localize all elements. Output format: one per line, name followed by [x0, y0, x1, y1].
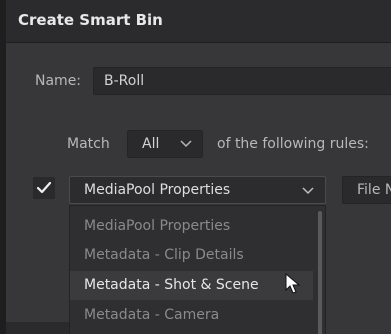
background-strip — [6, 322, 69, 334]
chevron-down-icon — [180, 140, 192, 148]
rule-enabled-checkbox[interactable] — [33, 177, 55, 199]
rule-field-select[interactable]: MediaPool Properties — [69, 176, 326, 204]
rule-operator-value: File N — [357, 182, 391, 198]
menu-item-shot-scene[interactable]: Metadata - Shot & Scene — [70, 271, 313, 300]
chevron-down-icon — [302, 187, 314, 195]
dialog-titlebar[interactable]: Create Smart Bin — [6, 0, 391, 43]
name-input[interactable]: B-Roll — [93, 67, 391, 95]
mouse-pointer-icon — [285, 273, 301, 294]
rule-field-value: MediaPool Properties — [84, 182, 231, 198]
dropdown-scrollbar[interactable] — [318, 211, 322, 334]
rule-operator-select[interactable]: File N — [342, 176, 391, 204]
menu-item-mediapool-properties[interactable]: MediaPool Properties — [70, 212, 313, 241]
checkmark-icon — [36, 181, 52, 194]
rules-suffix-label: of the following rules: — [217, 136, 369, 152]
match-label: Match — [67, 136, 110, 152]
field-dropdown-menu: MediaPool Properties Metadata - Clip Det… — [69, 205, 326, 334]
menu-item-clip-details[interactable]: Metadata - Clip Details — [70, 241, 313, 270]
name-label: Name: — [35, 73, 82, 89]
create-smart-bin-dialog: Create Smart Bin Name: B-Roll Match All … — [6, 0, 391, 334]
match-select-value: All — [142, 136, 160, 152]
dialog-title: Create Smart Bin — [18, 11, 163, 29]
match-select[interactable]: All — [127, 130, 203, 158]
menu-item-camera[interactable]: Metadata - Camera — [70, 301, 313, 330]
name-input-value: B-Roll — [104, 73, 145, 89]
